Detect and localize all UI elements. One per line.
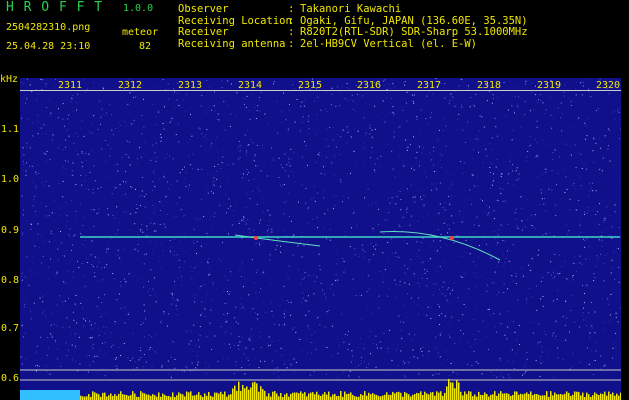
y-tick-label: 0.8 <box>1 275 20 286</box>
capture-datetime: 25.04.28 23:10 <box>6 41 91 52</box>
y-tick-label: 0.7 <box>1 323 20 334</box>
x-tick-label: 2312 <box>118 80 143 91</box>
meteor-echo-trace <box>379 231 501 261</box>
y-axis-unit: kHz <box>0 74 19 85</box>
x-tick-label: 2311 <box>58 80 83 91</box>
x-tick-label: 2318 <box>477 80 502 91</box>
meteor-count: 82 <box>139 41 152 52</box>
info-label: Receiving antenna <box>178 37 286 50</box>
y-tick-label: 1.1 <box>1 124 20 135</box>
x-tick-label: 2313 <box>178 80 203 91</box>
spectrogram-canvas <box>20 78 621 400</box>
noise-speckle <box>20 78 621 379</box>
mode-label: meteor <box>122 27 159 38</box>
x-tick-label: 2320 <box>596 80 621 91</box>
info-separator: : <box>288 26 295 38</box>
hrofft-spectrogram-window: H R O F F T 1.0.0 2504282310.png meteor … <box>0 0 629 400</box>
station-info: Observer : Takanori Kawachi Receiving Lo… <box>178 3 528 51</box>
info-row-receiver: Receiver : R820T2(RTL-SDR) SDR-Sharp 53.… <box>178 26 528 39</box>
app-title: H R O F F T <box>6 0 104 15</box>
spectrogram-plot <box>20 78 621 400</box>
x-tick-label: 2316 <box>357 80 382 91</box>
level-bars <box>80 378 621 400</box>
info-value: 2el-HB9CV Vertical (el. E-W) <box>300 37 478 50</box>
info-row-antenna: Receiving antenna : 2el-HB9CV Vertical (… <box>178 37 528 51</box>
info-label: Observer <box>178 3 229 15</box>
x-tick-label: 2315 <box>298 80 323 91</box>
y-tick-label: 1.0 <box>1 174 20 185</box>
info-row-observer: Observer : Takanori Kawachi <box>178 3 528 16</box>
y-tick-label: 0.9 <box>1 225 20 236</box>
app-version: 1.0.0 <box>123 3 154 14</box>
image-filename: 2504282310.png <box>6 22 91 33</box>
level-baseline <box>20 390 80 400</box>
info-separator: : <box>288 37 295 50</box>
info-separator: : <box>288 3 295 15</box>
x-tick-label: 2317 <box>417 80 442 91</box>
meteor-marker <box>450 236 454 240</box>
meteor-marker <box>254 236 258 240</box>
info-label: Receiver <box>178 26 229 38</box>
x-tick-label: 2314 <box>238 80 263 91</box>
x-tick-label: 2319 <box>537 80 562 91</box>
info-value: R820T2(RTL-SDR) SDR-Sharp 53.1000MHz <box>300 26 528 38</box>
info-value: Takanori Kawachi <box>300 3 402 15</box>
y-tick-label: 0.6 <box>1 373 20 384</box>
